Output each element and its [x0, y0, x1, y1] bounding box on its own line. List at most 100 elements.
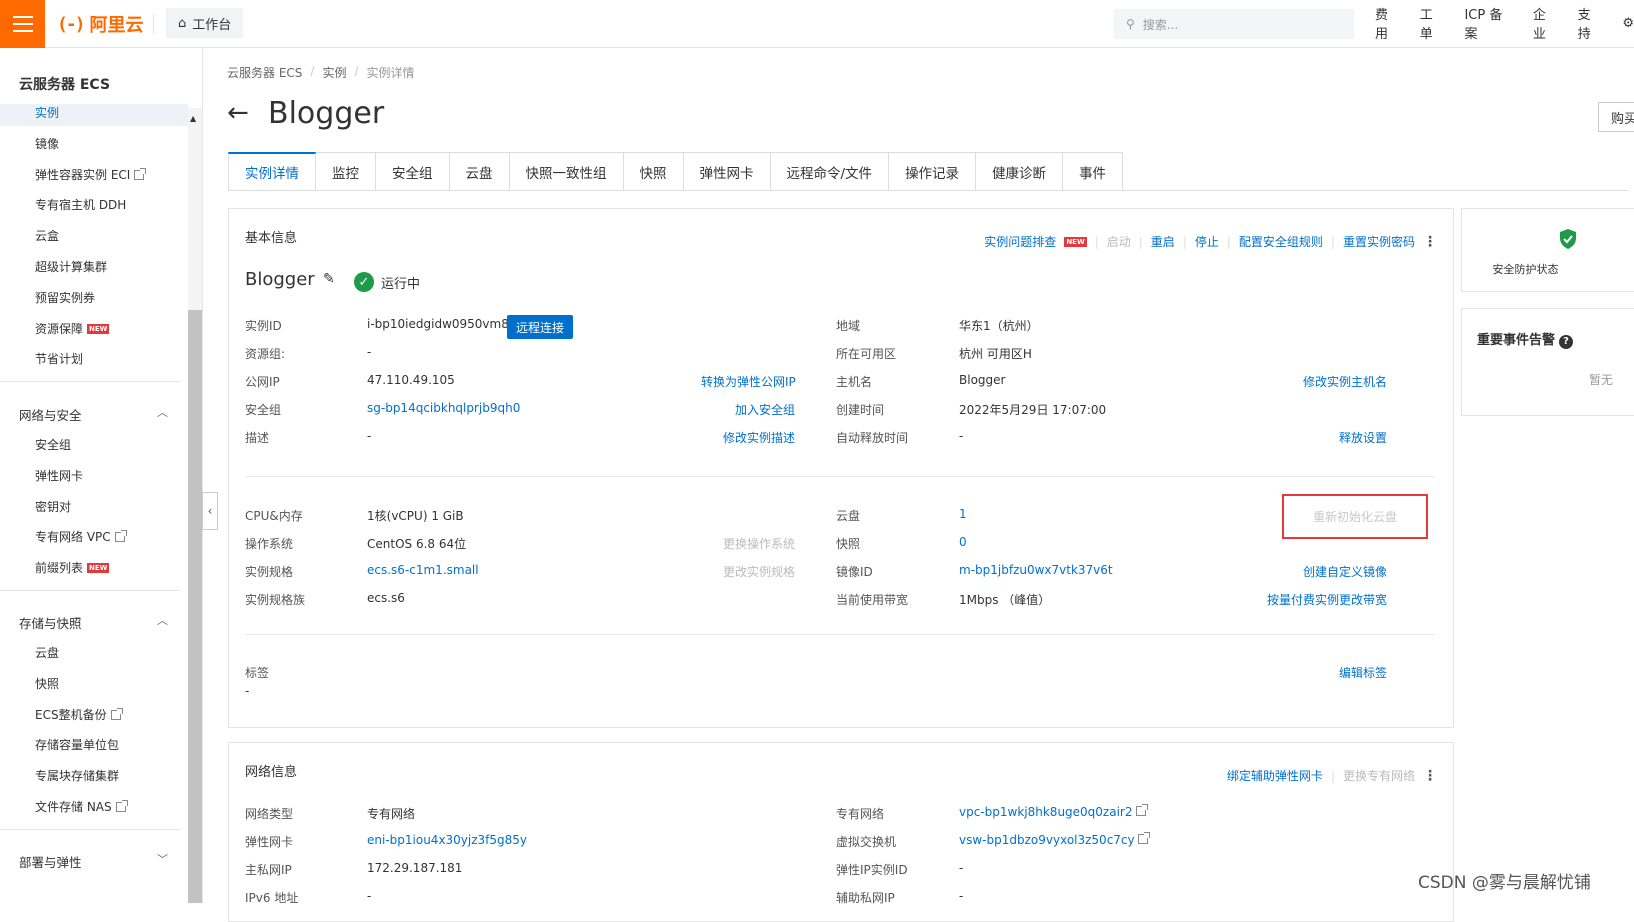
search-input[interactable]: ⚲ 搜索...: [1114, 9, 1354, 39]
edit-icon[interactable]: ✎: [323, 271, 335, 287]
tab-remote-command[interactable]: 远程命令/文件: [770, 152, 890, 191]
eni-link[interactable]: eni-bp1iou4x30yjz3f5g85y: [367, 833, 527, 847]
change-vpc-link[interactable]: 更换专有网络: [1343, 767, 1415, 784]
buy-button[interactable]: 购买: [1598, 102, 1634, 132]
sidebar-item-savings[interactable]: 节省计划: [35, 350, 83, 367]
start-link[interactable]: 启动: [1107, 233, 1131, 250]
release-settings-link[interactable]: 释放设置: [1339, 429, 1387, 446]
scroll-up-icon[interactable]: ▲: [190, 114, 196, 123]
create-custom-image-link[interactable]: 创建自定义镜像: [1303, 563, 1387, 580]
security-status-card[interactable]: 安全防护状态: [1461, 208, 1634, 292]
tab-instance-details[interactable]: 实例详情: [228, 152, 316, 191]
tab-health[interactable]: 健康诊断: [976, 152, 1064, 191]
tab-operation-log[interactable]: 操作记录: [889, 152, 977, 191]
aliyun-logo[interactable]: (-) 阿里云: [57, 11, 144, 37]
value-zone: 杭州 可用区H: [959, 347, 1032, 361]
tab-events[interactable]: 事件: [1063, 152, 1124, 191]
change-os-link[interactable]: 更换操作系统: [723, 535, 795, 552]
tab-eni[interactable]: 弹性网卡: [683, 152, 771, 191]
menu-icon[interactable]: [0, 0, 45, 48]
edit-description-link[interactable]: 修改实例描述: [723, 429, 795, 446]
join-security-group-link[interactable]: 加入安全组: [735, 401, 795, 418]
reinit-disk-button[interactable]: 重新初始化云盘: [1282, 494, 1428, 539]
sidebar-item-cloudbox[interactable]: 云盒: [35, 227, 59, 244]
scrollbar-thumb[interactable]: [188, 310, 202, 903]
instance-type-link[interactable]: ecs.s6-c1m1.small: [367, 563, 479, 577]
bind-eni-link[interactable]: 绑定辅助弹性网卡: [1227, 767, 1323, 784]
sidebar-group-deploy[interactable]: 部署与弹性: [19, 852, 82, 871]
label-cpu-memory: CPU&内存: [245, 509, 303, 523]
sidebar-item-reserved[interactable]: 预留实例券: [35, 289, 95, 306]
settings-icon[interactable]: ⚙: [1622, 16, 1634, 31]
sidebar: 云服务器 ECS ▲ 实例 镜像 弹性容器实例 ECI 专有宿主机 DDH 云盒…: [0, 48, 203, 903]
sidebar-item-storage-units[interactable]: 存储容量单位包: [35, 736, 119, 753]
chevron-up-icon[interactable]: ︿: [157, 404, 168, 420]
top-bar: (-) 阿里云 ⌂ 工作台 ⚲ 搜索... 费用 工单 ICP 备案 企业 支持…: [0, 0, 1634, 48]
sidebar-item-scc[interactable]: 超级计算集群: [35, 258, 107, 275]
restart-link[interactable]: 重启: [1151, 233, 1175, 250]
sidebar-item-instances[interactable]: 实例: [35, 104, 59, 121]
troubleshoot-link[interactable]: 实例问题排查: [984, 233, 1056, 250]
sidebar-group-network[interactable]: 网络与安全: [19, 405, 82, 424]
sidebar-item-ddh[interactable]: 专有宿主机 DDH: [35, 196, 126, 213]
basic-actions: 实例问题排查 NEW | 启动 | 重启 | 停止 | 配置安全组规则 | 重置…: [984, 233, 1437, 250]
nav-support[interactable]: 支持: [1578, 4, 1603, 42]
divider: [245, 634, 1435, 635]
tab-disks[interactable]: 云盘: [449, 152, 510, 191]
workbench-button[interactable]: ⌂ 工作台: [166, 8, 244, 38]
security-group-link[interactable]: sg-bp14qcibkhqlprjb9qh0: [367, 401, 520, 415]
sidebar-item-assurance[interactable]: 资源保障 NEW: [35, 320, 110, 337]
snapshot-count-link[interactable]: 0: [959, 535, 967, 549]
reset-password-link[interactable]: 重置实例密码: [1343, 233, 1415, 250]
sidebar-item-eci[interactable]: 弹性容器实例 ECI: [35, 166, 147, 183]
change-bandwidth-link[interactable]: 按量付费实例更改带宽: [1267, 591, 1387, 608]
remote-connect-button[interactable]: 远程连接: [507, 315, 573, 339]
label-instance-id: 实例ID: [245, 319, 282, 333]
sidebar-item-images[interactable]: 镜像: [35, 135, 59, 152]
sidebar-item-nas[interactable]: 文件存储 NAS: [35, 798, 128, 815]
sidebar-item-snapshot[interactable]: 快照: [35, 675, 59, 692]
search-icon: ⚲: [1126, 17, 1135, 31]
sidebar-item-ecs-backup[interactable]: ECS整机备份: [35, 706, 123, 723]
nav-enterprise[interactable]: 企业: [1533, 4, 1558, 42]
collapse-sidebar-icon[interactable]: ‹: [202, 492, 218, 530]
help-icon[interactable]: ?: [1559, 334, 1574, 349]
edit-hostname-link[interactable]: 修改实例主机名: [1303, 373, 1387, 390]
nav-icp[interactable]: ICP 备案: [1464, 4, 1512, 42]
vpc-link[interactable]: vpc-bp1wkj8hk8uge0q0zair2: [959, 804, 1149, 819]
sidebar-item-prefix-list[interactable]: 前缀列表 NEW: [35, 559, 110, 576]
sidebar-item-block-cluster[interactable]: 专属块存储集群: [35, 767, 119, 784]
tab-security-group[interactable]: 安全组: [376, 152, 450, 191]
convert-eip-link[interactable]: 转换为弹性公网IP: [701, 373, 796, 390]
chevron-down-icon[interactable]: ﹀: [157, 851, 168, 867]
back-arrow-icon[interactable]: ←: [227, 98, 249, 128]
tab-snapshot-group[interactable]: 快照一致性组: [509, 152, 624, 191]
sidebar-item-security-group[interactable]: 安全组: [35, 436, 71, 453]
chevron-up-icon[interactable]: ︿: [157, 612, 168, 628]
tab-snapshots[interactable]: 快照: [623, 152, 684, 191]
more-icon[interactable]: ⋮: [1423, 234, 1437, 250]
logo-bracket-icon: (-): [57, 13, 85, 35]
edit-tags-link[interactable]: 编辑标签: [1339, 664, 1387, 681]
label-network-type: 网络类型: [245, 807, 294, 821]
sidebar-item-disk[interactable]: 云盘: [35, 644, 59, 661]
image-id-link[interactable]: m-bp1jbfzu0wx7vtk37v6t: [959, 563, 1113, 577]
nav-tickets[interactable]: 工单: [1420, 4, 1445, 42]
stop-link[interactable]: 停止: [1195, 233, 1219, 250]
sidebar-item-vpc[interactable]: 专有网络 VPC: [35, 528, 127, 545]
config-sg-link[interactable]: 配置安全组规则: [1239, 233, 1323, 250]
breadcrumb-instances[interactable]: 实例: [322, 64, 346, 81]
network-info-panel: 网络信息 绑定辅助弹性网卡 | 更换专有网络 ⋮ 网络类型 专有网络 弹性网卡 …: [228, 742, 1454, 922]
disk-count-link[interactable]: 1: [959, 507, 967, 521]
more-icon[interactable]: ⋮: [1423, 768, 1437, 784]
sidebar-item-eni[interactable]: 弹性网卡: [35, 467, 83, 484]
search-placeholder: 搜索...: [1142, 17, 1179, 32]
sidebar-item-keypair[interactable]: 密钥对: [35, 498, 71, 515]
change-type-link[interactable]: 更改实例规格: [723, 563, 795, 580]
sidebar-group-storage[interactable]: 存储与快照: [19, 613, 82, 632]
tab-monitoring[interactable]: 监控: [316, 152, 376, 191]
new-badge: NEW: [87, 562, 110, 573]
vswitch-link[interactable]: vsw-bp1dbzo9vyxol3z50c7cy: [959, 832, 1151, 847]
breadcrumb-ecs[interactable]: 云服务器 ECS: [227, 64, 302, 81]
nav-fees[interactable]: 费用: [1375, 4, 1400, 42]
